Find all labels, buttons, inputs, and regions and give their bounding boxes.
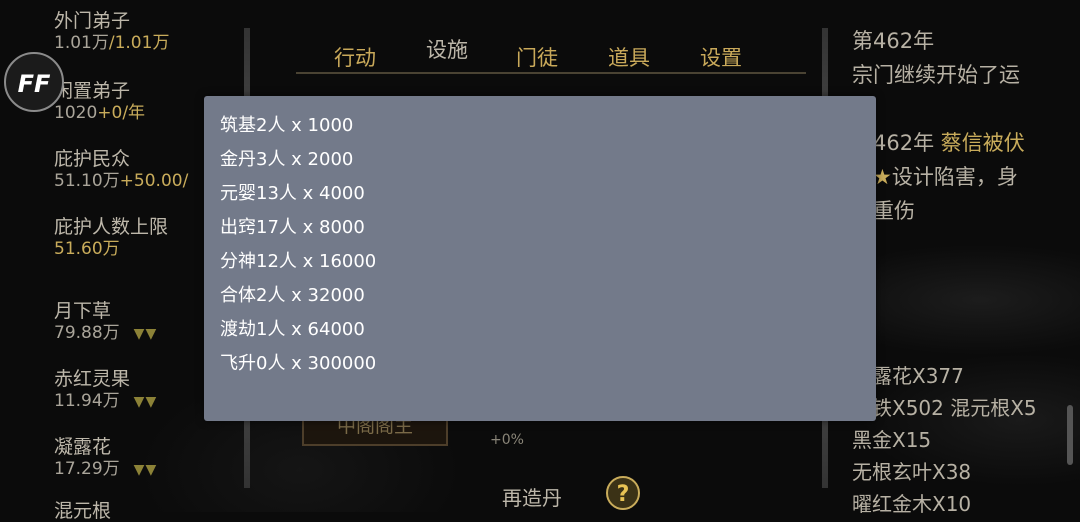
tab-action[interactable]: 行动 [334, 42, 376, 72]
resource-value: 51.60万 [54, 239, 120, 259]
log-line: 击★设计陷害，身 [852, 165, 1018, 189]
material-red-fruit: 赤红灵果 11.94万 ▼▼ [54, 368, 158, 411]
down-trend-icon: ▼▼ [133, 462, 158, 478]
resource-label: 外门弟子 [54, 10, 131, 32]
resource-protection-limit: 庇护人数上限 51.60万 [54, 216, 168, 260]
popup-row: 金丹3人 x 2000 [220, 149, 354, 170]
inventory-item: 无根玄叶X38 [852, 460, 972, 484]
resource-idle-disciples: 闲置弟子 1020+0/年 [54, 80, 145, 124]
ff-badge-button[interactable]: FF [4, 52, 64, 112]
main-tabs: 行动 设施 门徒 道具 设置 [296, 30, 806, 80]
log-line: 筹 [852, 92, 1072, 126]
inventory-item: 黑金X15 [852, 428, 932, 452]
resource-label: 庇护民众 [54, 148, 131, 170]
popup-row: 合体2人 x 32000 [220, 285, 365, 306]
cultivation-cost-popup[interactable]: 筑基2人 x 1000 金丹3人 x 2000 元婴13人 x 4000 出窍1… [204, 96, 876, 421]
remake-pill-label: 再造丹 [502, 486, 562, 510]
inventory-item: 凝露花X377 [852, 364, 964, 388]
resource-protected-people: 庇护民众 51.10万+50.00/ [54, 148, 188, 192]
tab-facilities[interactable]: 设施 [426, 34, 468, 64]
resource-value: 1.01万/1.01万 [54, 33, 170, 53]
log-line: 宗门继续开始了运 [852, 63, 1020, 87]
tab-items[interactable]: 道具 [608, 42, 650, 72]
tab-divider [296, 72, 806, 74]
log-line: 第462年 蔡信被伏 [852, 131, 1025, 155]
popup-row: 元婴13人 x 4000 [220, 183, 365, 204]
inventory-item: 寒铁X502 混元根X5 [852, 396, 1037, 420]
resource-value: 1020+0/年 [54, 103, 146, 123]
help-icon[interactable]: ? [606, 476, 640, 510]
log-line: 第462年 [852, 29, 935, 53]
popup-row: 分神12人 x 16000 [220, 251, 377, 272]
popup-row: 渡劫1人 x 64000 [220, 319, 365, 340]
inventory-item: 曜红金木X10 [852, 492, 972, 516]
popup-row: 筑基2人 x 1000 [220, 115, 354, 136]
popup-row: 出窍17人 x 8000 [220, 217, 365, 238]
log-line: 受重伤 [852, 199, 915, 223]
resource-label: 庇护人数上限 [54, 216, 169, 238]
down-trend-icon: ▼▼ [133, 394, 158, 410]
down-trend-icon: ▼▼ [133, 326, 158, 342]
material-hunyuan-root: 混元根 [54, 500, 112, 522]
resource-outer-disciples: 外门弟子 1.01万/1.01万 [54, 10, 169, 54]
material-dew-flower: 凝露花 17.29万 ▼▼ [54, 436, 158, 479]
resource-value: 51.10万+50.00/ [54, 171, 189, 191]
event-log: 第462年 宗门继续开始了运 筹 第462年 蔡信被伏 击★设计陷害，身 受重伤 [852, 24, 1072, 228]
item-inventory-list: 凝露花X377 寒铁X502 混元根X5 黑金X15 无根玄叶X38 曜红金木X… [852, 360, 1080, 520]
bonus-percent: +0% [490, 432, 524, 448]
resource-label: 闲置弟子 [54, 80, 131, 102]
material-moon-grass: 月下草 79.88万 ▼▼ [54, 300, 158, 343]
popup-row: 飞升0人 x 300000 [220, 353, 377, 374]
tab-settings[interactable]: 设置 [700, 42, 742, 72]
log-scrollbar[interactable] [1067, 405, 1073, 465]
tab-disciples[interactable]: 门徒 [516, 42, 558, 72]
